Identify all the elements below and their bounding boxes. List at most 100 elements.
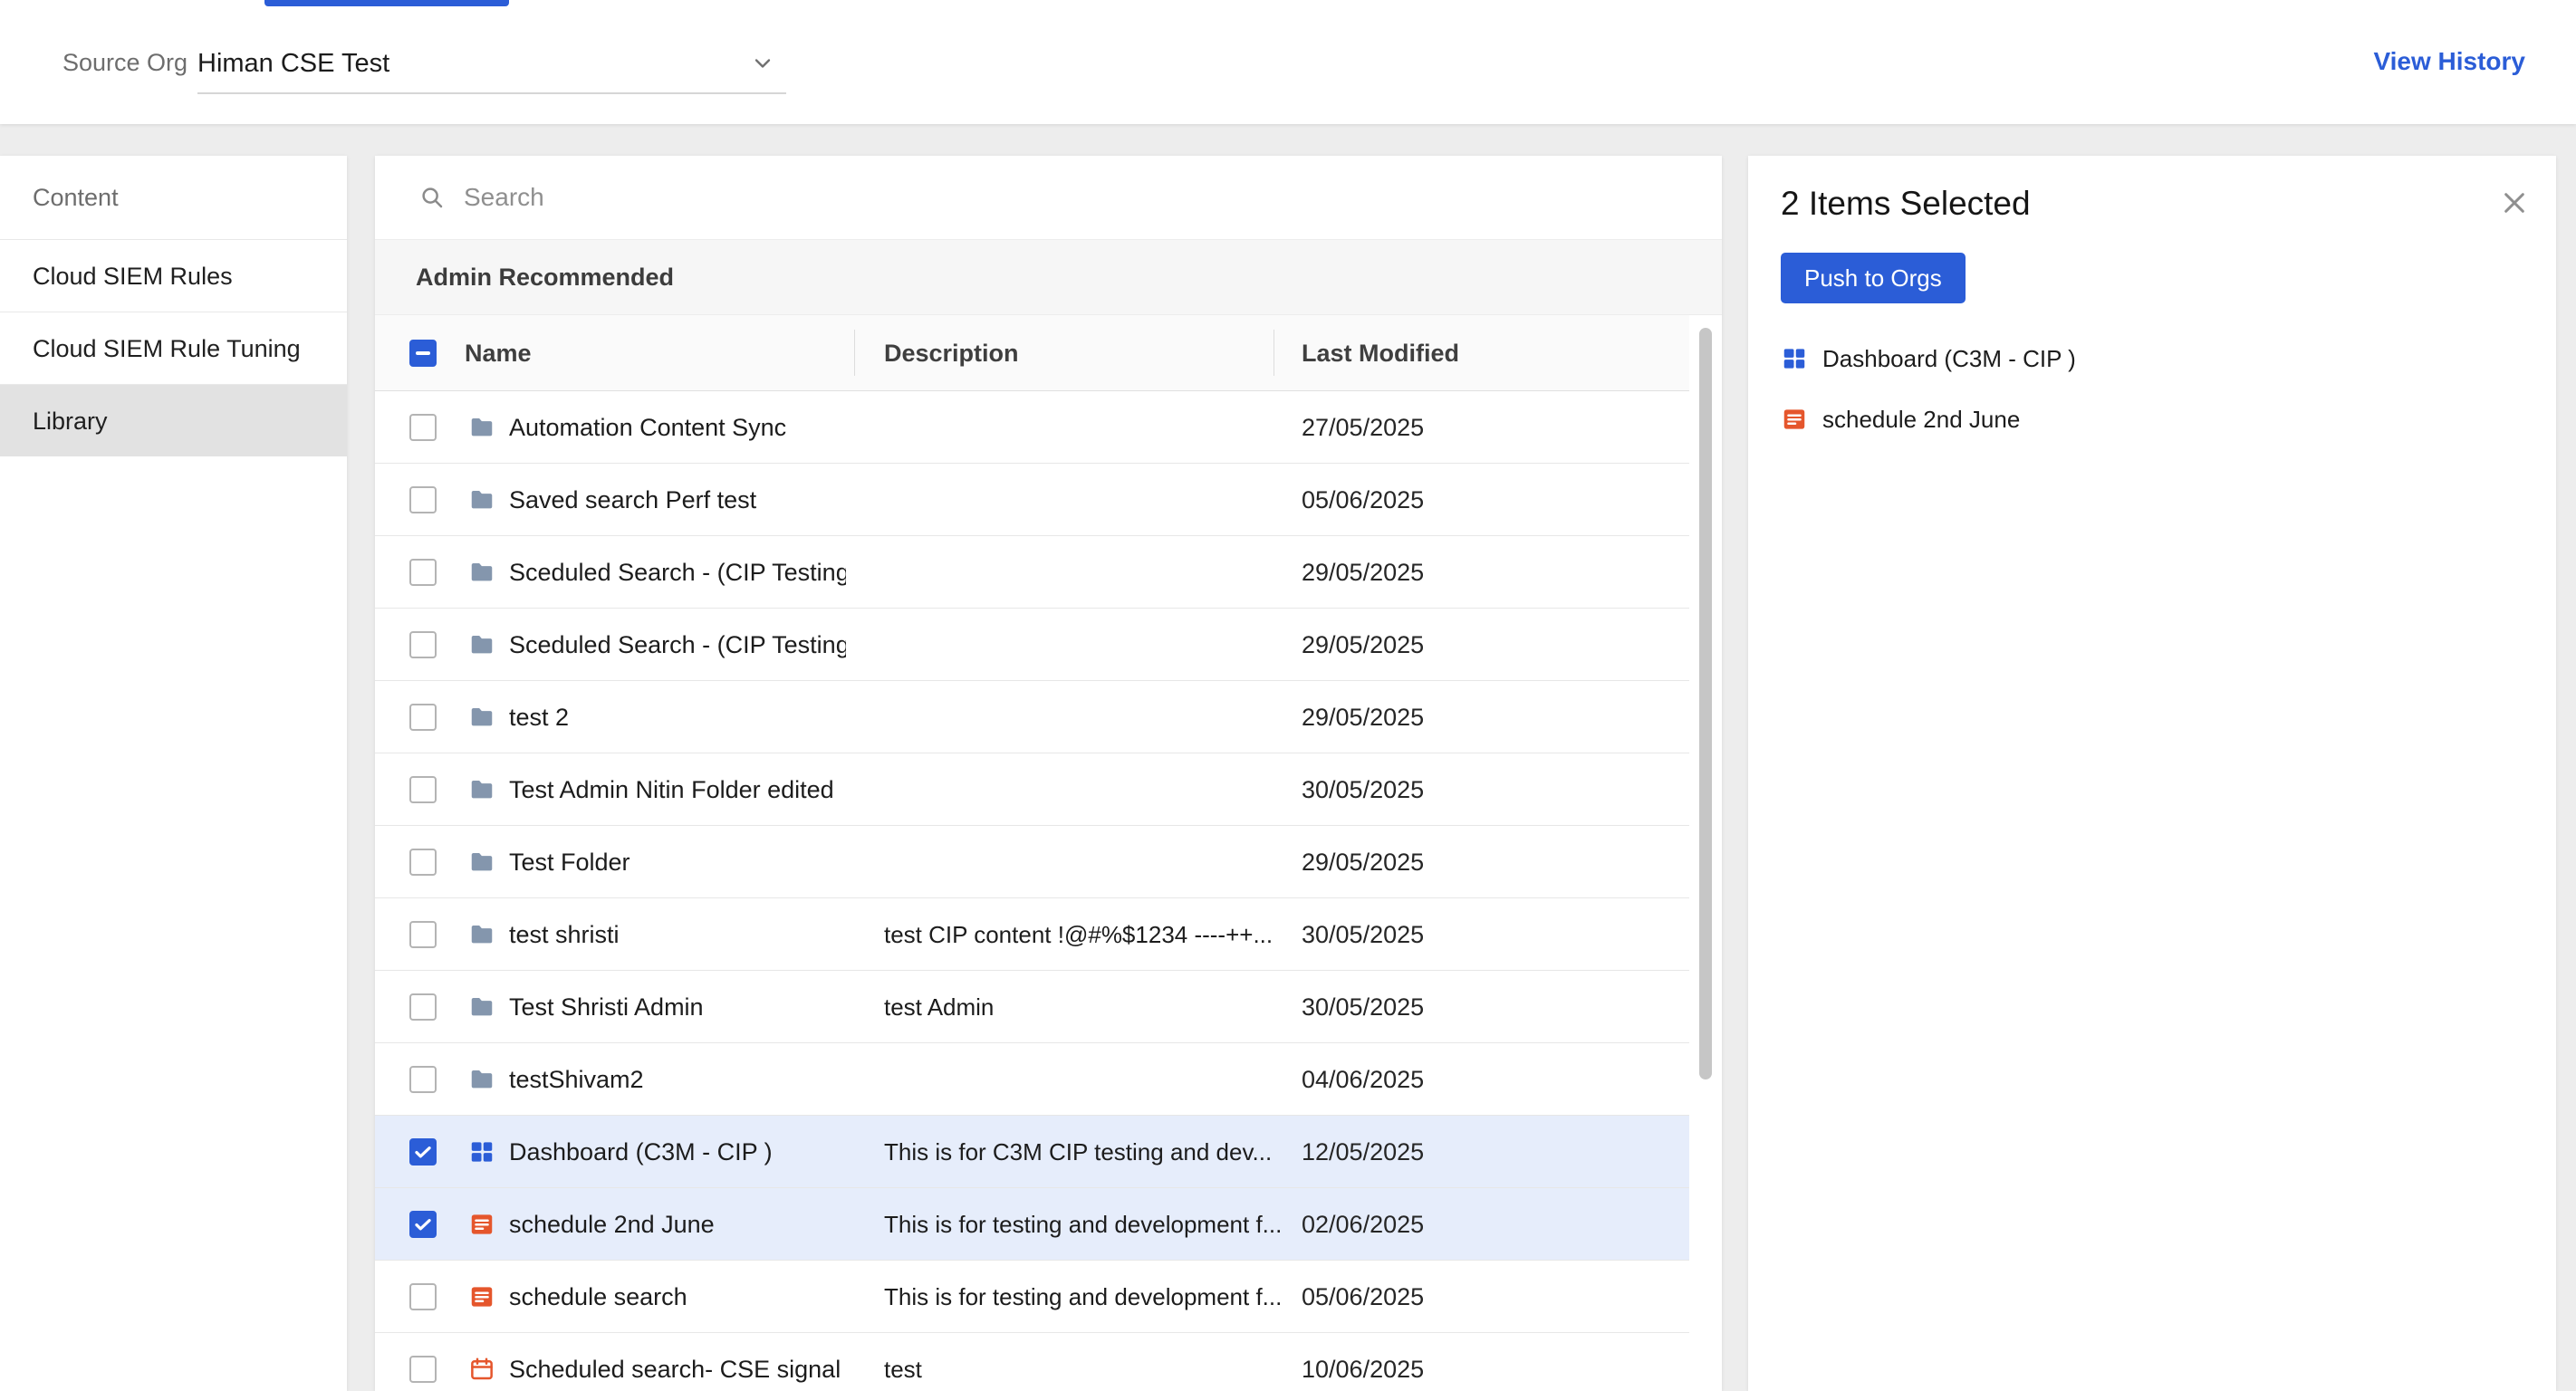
scheduled-search-icon bbox=[1781, 406, 1808, 433]
selected-item: schedule 2nd June bbox=[1781, 398, 2529, 441]
push-to-orgs-button[interactable]: Push to Orgs bbox=[1781, 253, 1966, 303]
table-row[interactable]: Test Shristi Admintest Admin30/05/2025 bbox=[375, 971, 1689, 1043]
row-description: This is for testing and development f... bbox=[884, 1188, 1287, 1261]
row-last-modified: 27/05/2025 bbox=[1302, 391, 1424, 464]
row-description bbox=[884, 609, 1287, 681]
table-row[interactable]: Sceduled Search - (CIP Testing) 229/05/2… bbox=[375, 609, 1689, 681]
indeterminate-mark bbox=[416, 351, 430, 355]
row-description: test CIP content !@#%$1234 ----++... bbox=[884, 898, 1287, 971]
table-row[interactable]: Saved search Perf test 05/06/2025 bbox=[375, 464, 1689, 536]
row-checkbox[interactable] bbox=[409, 486, 437, 513]
folder-icon bbox=[468, 921, 495, 948]
row-last-modified: 05/06/2025 bbox=[1302, 464, 1424, 536]
row-last-modified: 02/06/2025 bbox=[1302, 1188, 1424, 1261]
row-description: test Admin bbox=[884, 971, 1287, 1043]
row-description bbox=[884, 536, 1287, 609]
folder-icon bbox=[468, 776, 495, 803]
row-name: Test Folder bbox=[509, 826, 846, 898]
table-row[interactable]: test 2 29/05/2025 bbox=[375, 681, 1689, 753]
vertical-scrollbar[interactable] bbox=[1699, 328, 1712, 1079]
selection-title: 2 Items Selected bbox=[1781, 185, 2031, 223]
row-description: This is for C3M CIP testing and dev... bbox=[884, 1116, 1287, 1188]
sidebar-heading: Content bbox=[0, 156, 347, 239]
folder-icon bbox=[468, 631, 495, 658]
table-row[interactable]: Scheduled search- CSE signal test 10/06/20… bbox=[375, 1333, 1689, 1391]
row-name: Saved search Perf test bbox=[509, 464, 846, 536]
search-icon bbox=[418, 184, 446, 211]
section-header: Admin Recommended bbox=[375, 240, 1722, 315]
row-checkbox[interactable] bbox=[409, 704, 437, 731]
selected-item: Dashboard (C3M - CIP ) bbox=[1781, 337, 2529, 380]
table-row[interactable]: Automation Content Sync 27/05/2025 bbox=[375, 391, 1689, 464]
row-last-modified: 29/05/2025 bbox=[1302, 681, 1424, 753]
sidebar: Content Cloud SIEM RulesCloud SIEM Rule … bbox=[0, 156, 347, 1391]
table-row[interactable]: test shristi test CIP content !@#%$1234 -… bbox=[375, 898, 1689, 971]
active-tab-indicator bbox=[264, 0, 509, 6]
folder-icon bbox=[468, 1066, 495, 1093]
row-checkbox[interactable] bbox=[409, 414, 437, 441]
row-last-modified: 10/06/2025 bbox=[1302, 1333, 1424, 1391]
table-row[interactable]: Dashboard (C3M - CIP )This is for C3M CI… bbox=[375, 1116, 1689, 1188]
row-checkbox[interactable] bbox=[409, 559, 437, 586]
folder-icon bbox=[468, 486, 495, 513]
folder-icon bbox=[468, 704, 495, 731]
table-row[interactable]: Test Folder29/05/2025 bbox=[375, 826, 1689, 898]
sidebar-item-cloud-siem-rules[interactable]: Cloud SIEM Rules bbox=[0, 239, 347, 312]
row-name: test shristi bbox=[509, 898, 846, 971]
row-name: testShivam2 bbox=[509, 1043, 846, 1116]
sidebar-item-library[interactable]: Library bbox=[0, 384, 347, 456]
row-checkbox[interactable] bbox=[409, 849, 437, 876]
column-header-description[interactable]: Description bbox=[884, 315, 1019, 391]
column-header-name[interactable]: Name bbox=[465, 315, 532, 391]
row-checkbox[interactable] bbox=[409, 1283, 437, 1310]
row-last-modified: 29/05/2025 bbox=[1302, 536, 1424, 609]
row-description bbox=[884, 391, 1287, 464]
table-row[interactable]: testShivam2 04/06/2025 bbox=[375, 1043, 1689, 1116]
table-row[interactable]: schedule 2nd JuneThis is for testing and… bbox=[375, 1188, 1689, 1261]
table-row[interactable]: schedule searchThis is for testing and d… bbox=[375, 1261, 1689, 1333]
table-row[interactable]: Sceduled Search - (CIP Testing) 29/05/202… bbox=[375, 536, 1689, 609]
row-description bbox=[884, 681, 1287, 753]
folder-icon bbox=[468, 559, 495, 586]
folder-icon bbox=[468, 993, 495, 1021]
row-name: Automation Content Sync bbox=[509, 391, 846, 464]
table-row[interactable]: Test Admin Nitin Folder edited30/05/2025 bbox=[375, 753, 1689, 826]
scheduled-search-calendar-icon bbox=[468, 1356, 495, 1383]
view-history-link[interactable]: View History bbox=[2373, 47, 2525, 76]
selected-item-label: schedule 2nd June bbox=[1822, 406, 2020, 434]
select-all-checkbox[interactable] bbox=[409, 340, 437, 367]
selected-items-list: Dashboard (C3M - CIP ) schedule 2nd June bbox=[1781, 337, 2529, 458]
row-checkbox[interactable] bbox=[409, 1066, 437, 1093]
column-header-last-modified[interactable]: Last Modified bbox=[1302, 315, 1459, 391]
row-name: test 2 bbox=[509, 681, 846, 753]
row-checkbox[interactable] bbox=[409, 921, 437, 948]
row-description: This is for testing and development f... bbox=[884, 1261, 1287, 1333]
row-description: test bbox=[884, 1333, 1287, 1391]
row-last-modified: 30/05/2025 bbox=[1302, 753, 1424, 826]
row-checkbox[interactable] bbox=[409, 1211, 437, 1238]
top-bar: Source Org Himan CSE Test View History bbox=[0, 0, 2576, 124]
row-name: Sceduled Search - (CIP Testing) 2 bbox=[509, 609, 846, 681]
scheduled-search-icon bbox=[468, 1211, 495, 1238]
search-input[interactable] bbox=[464, 183, 1098, 212]
row-name: Test Shristi Admin bbox=[509, 971, 846, 1043]
source-org-select[interactable]: Himan CSE Test bbox=[197, 34, 786, 94]
scheduled-search-icon bbox=[468, 1283, 495, 1310]
row-last-modified: 04/06/2025 bbox=[1302, 1043, 1424, 1116]
source-org-label: Source Org bbox=[62, 49, 187, 77]
close-icon[interactable] bbox=[2500, 188, 2529, 217]
row-checkbox[interactable] bbox=[409, 776, 437, 803]
row-last-modified: 30/05/2025 bbox=[1302, 898, 1424, 971]
row-name: Scheduled search- CSE signal bbox=[509, 1333, 846, 1391]
app-root: { "colors": { "accent_blue": "#2b5dd7", … bbox=[0, 0, 2576, 1391]
row-name: Sceduled Search - (CIP Testing) bbox=[509, 536, 846, 609]
row-checkbox[interactable] bbox=[409, 1356, 437, 1383]
selected-item-label: Dashboard (C3M - CIP ) bbox=[1822, 345, 2076, 373]
sidebar-nav: Cloud SIEM RulesCloud SIEM Rule TuningLi… bbox=[0, 239, 347, 456]
row-checkbox[interactable] bbox=[409, 1138, 437, 1166]
sidebar-item-cloud-siem-rule-tuning[interactable]: Cloud SIEM Rule Tuning bbox=[0, 312, 347, 384]
row-last-modified: 05/06/2025 bbox=[1302, 1261, 1424, 1333]
row-checkbox[interactable] bbox=[409, 993, 437, 1021]
row-checkbox[interactable] bbox=[409, 631, 437, 658]
folder-icon bbox=[468, 414, 495, 441]
